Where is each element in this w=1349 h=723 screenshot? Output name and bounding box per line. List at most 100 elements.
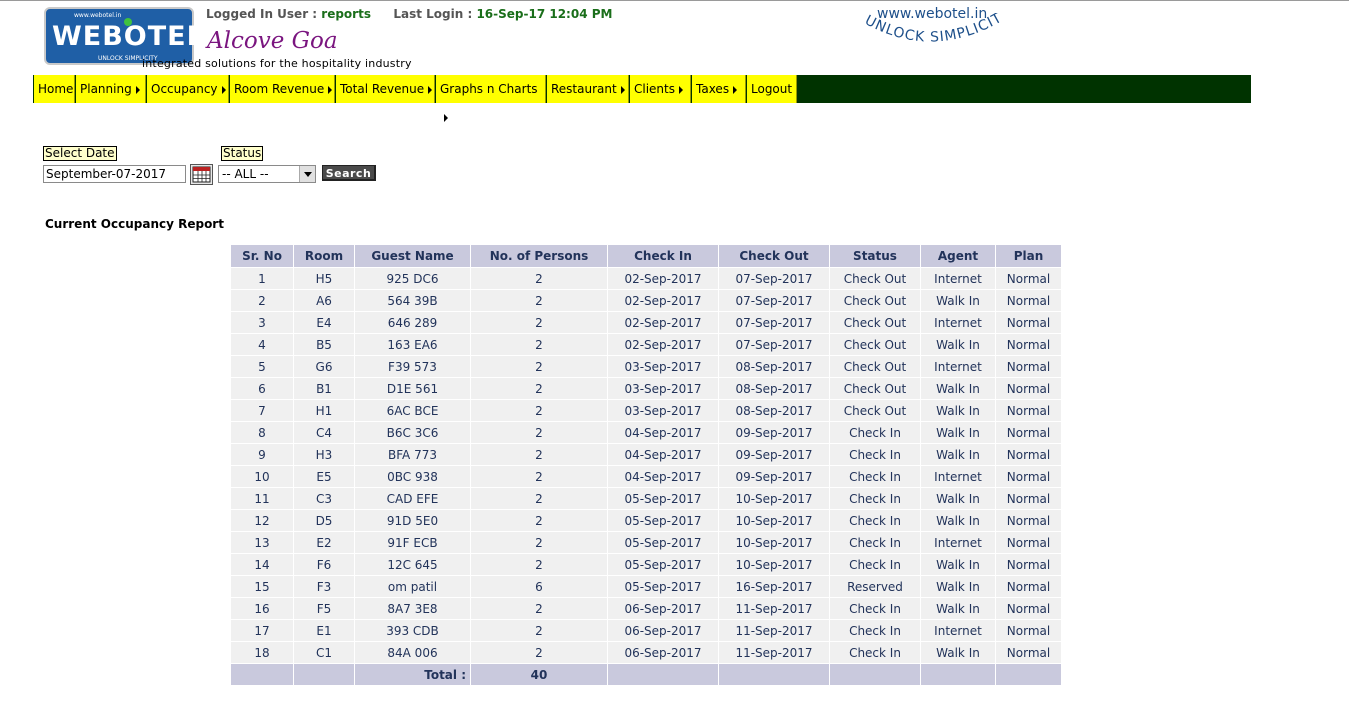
table-cell: 11-Sep-2017	[718, 641, 830, 664]
table-cell: Check Out	[829, 377, 921, 400]
table-cell: F3	[293, 575, 355, 598]
menu-item-graphs-n-charts[interactable]: Graphs n Charts	[436, 75, 546, 122]
search-button[interactable]: Search	[322, 165, 376, 181]
menu-item-taxes[interactable]: Taxes	[692, 75, 746, 103]
menu-item-occupancy[interactable]: Occupancy	[147, 75, 229, 103]
table-row: 8 C4 B6C 3C6 2 04-Sep-2017 09-Sep-2017 Check I…	[230, 421, 1062, 444]
table-cell: 07-Sep-2017	[718, 267, 830, 290]
table-cell: 08-Sep-2017	[718, 377, 830, 400]
table-cell: Walk In	[920, 377, 996, 400]
table-cell: 2	[470, 311, 608, 334]
table-cell: Walk In	[920, 399, 996, 422]
table-cell: Check In	[829, 487, 921, 510]
table-cell: Normal	[995, 311, 1062, 334]
table-cell: 2	[470, 465, 608, 488]
table-cell: 2	[470, 377, 608, 400]
table-cell: 9	[230, 443, 294, 466]
menu-item-label: Occupancy	[151, 82, 218, 96]
table-cell: 925 DC6	[354, 267, 471, 290]
table-cell: C4	[293, 421, 355, 444]
table-cell: F6	[293, 553, 355, 576]
menu-item-clients[interactable]: Clients	[630, 75, 691, 103]
table-cell: 18	[230, 641, 294, 664]
column-header: Room	[293, 244, 355, 268]
table-cell: 91F ECB	[354, 531, 471, 554]
status-select-value: -- ALL --	[222, 167, 269, 181]
table-cell: 11-Sep-2017	[718, 619, 830, 642]
table-cell: 11	[230, 487, 294, 510]
table-cell: Walk In	[920, 443, 996, 466]
report-title: Current Occupancy Report	[45, 217, 224, 231]
table-cell: Normal	[995, 641, 1062, 664]
table-cell: Internet	[920, 619, 996, 642]
table-cell: 6	[230, 377, 294, 400]
table-cell: 2	[470, 399, 608, 422]
table-cell: A6	[293, 289, 355, 312]
menu-item-room-revenue[interactable]: Room Revenue	[230, 75, 335, 103]
chevron-down-icon[interactable]	[299, 166, 315, 182]
table-cell: 05-Sep-2017	[607, 575, 719, 598]
total-row: Total :40	[230, 663, 1062, 686]
menu-item-label: Graphs n Charts	[440, 82, 538, 96]
table-row: 18 C1 84A 006 2 06-Sep-2017 11-Sep-2017 Check …	[230, 641, 1062, 664]
table-cell: H1	[293, 399, 355, 422]
table-cell: Check Out	[829, 289, 921, 312]
menu-item-label: Room Revenue	[234, 82, 325, 96]
menu-item-logout[interactable]: Logout	[747, 75, 797, 103]
table-cell: 09-Sep-2017	[718, 421, 830, 444]
table-cell: Walk In	[920, 421, 996, 444]
svg-text:UNLOCK SIMPLICITY: UNLOCK SIMPLICITY	[862, 13, 1005, 46]
caret-right-icon	[328, 85, 333, 94]
caret-right-icon	[733, 85, 738, 94]
table-cell: Check Out	[829, 333, 921, 356]
table-cell: 07-Sep-2017	[718, 311, 830, 334]
table-cell: Check In	[829, 553, 921, 576]
main-menu-bar: Home Planning Occupancy Room Revenue Total R…	[33, 75, 1251, 122]
table-cell: 2	[470, 289, 608, 312]
table-cell: 05-Sep-2017	[607, 553, 719, 576]
table-cell: 03-Sep-2017	[607, 377, 719, 400]
table-row: 1 H5 925 DC6 2 02-Sep-2017 07-Sep-2017 Check O…	[230, 267, 1062, 290]
menu-item-total-revenue[interactable]: Total Revenue	[336, 75, 435, 103]
menu-item-planning[interactable]: Planning	[76, 75, 146, 103]
table-cell: Normal	[995, 553, 1062, 576]
menu-item-restaurant[interactable]: Restaurant	[547, 75, 629, 103]
table-cell: E4	[293, 311, 355, 334]
column-header: Check In	[607, 244, 719, 268]
table-cell: Normal	[995, 619, 1062, 642]
table-cell: Check In	[829, 597, 921, 620]
table-cell: Walk In	[920, 575, 996, 598]
table-cell: Normal	[995, 399, 1062, 422]
menu-item-home[interactable]: Home	[34, 75, 75, 103]
table-cell: H5	[293, 267, 355, 290]
table-cell: B1	[293, 377, 355, 400]
table-cell: Walk In	[920, 289, 996, 312]
calendar-button[interactable]	[190, 164, 213, 185]
slogan-text: UNLOCK SIMPLICITY	[862, 13, 1004, 46]
table-cell: Check In	[829, 619, 921, 642]
login-info: Logged In User : reports Last Login : 16…	[206, 7, 612, 21]
table-cell: 2	[470, 487, 608, 510]
table-cell: E5	[293, 465, 355, 488]
table-cell: B6C 3C6	[354, 421, 471, 444]
total-cell	[829, 663, 921, 686]
tagline: integrated solutions for the hospitality…	[142, 57, 412, 70]
status-select[interactable]: -- ALL --	[218, 165, 316, 183]
table-cell: 2	[470, 619, 608, 642]
table-cell: Check In	[829, 509, 921, 532]
column-header: Check Out	[718, 244, 830, 268]
table-cell: Check In	[829, 531, 921, 554]
table-cell: Internet	[920, 267, 996, 290]
table-cell: 10-Sep-2017	[718, 509, 830, 532]
date-input[interactable]	[43, 165, 186, 183]
table-cell: Normal	[995, 267, 1062, 290]
table-cell: 06-Sep-2017	[607, 619, 719, 642]
table-cell: 05-Sep-2017	[607, 531, 719, 554]
table-cell: 10-Sep-2017	[718, 553, 830, 576]
table-cell: 2	[470, 509, 608, 532]
caret-right-icon	[428, 85, 433, 94]
table-cell: Check In	[829, 421, 921, 444]
table-cell: 2	[470, 267, 608, 290]
total-label: Total :	[354, 663, 471, 686]
table-cell: Normal	[995, 355, 1062, 378]
